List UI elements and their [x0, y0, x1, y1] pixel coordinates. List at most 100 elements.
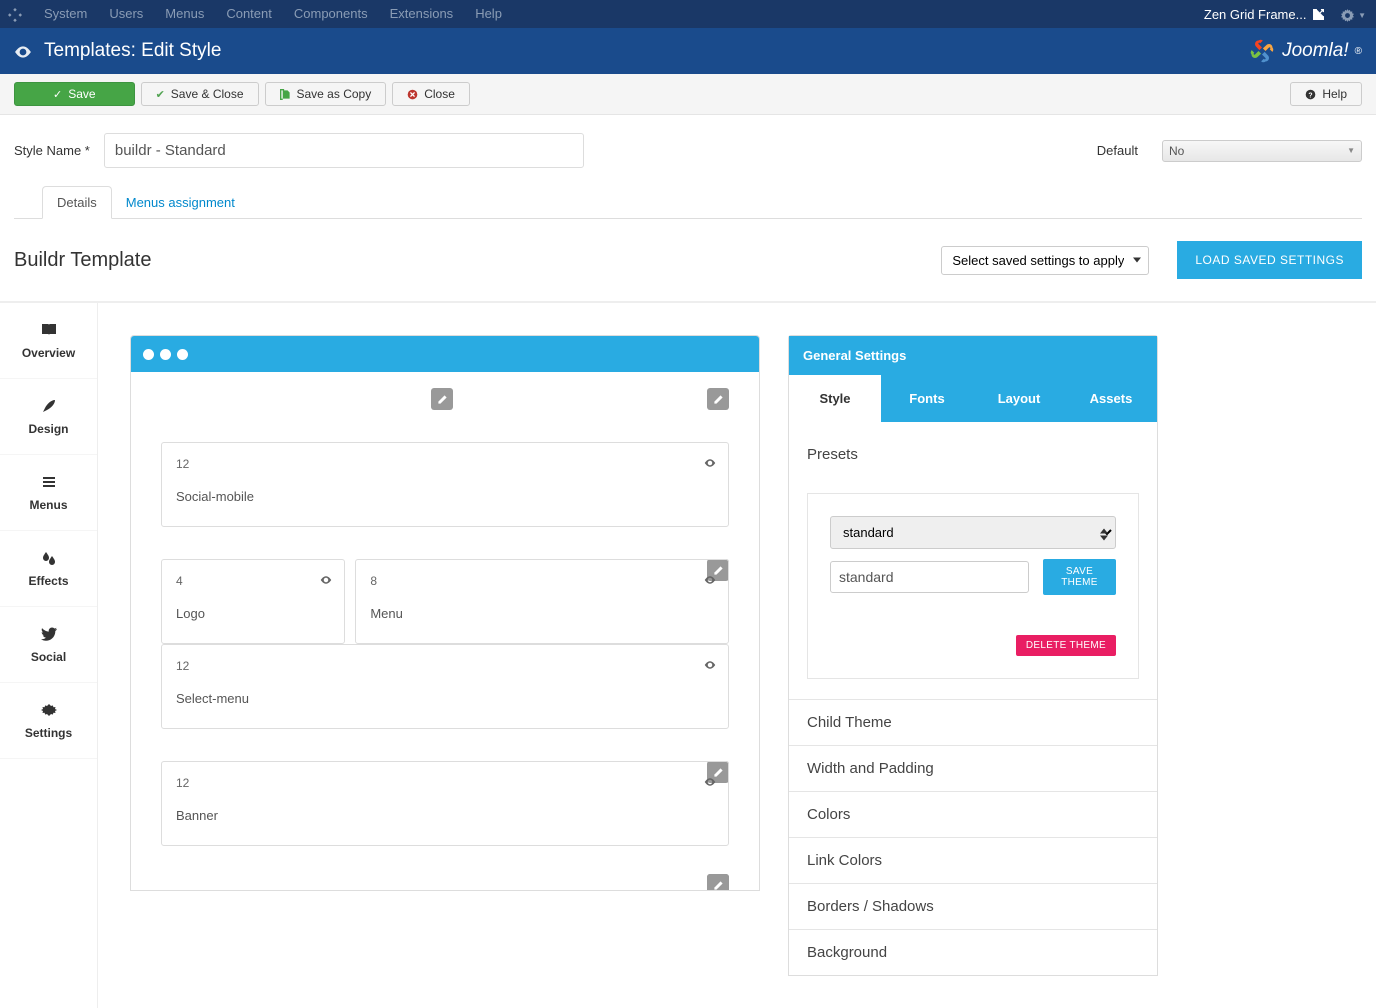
- twitter-icon: [4, 625, 93, 643]
- nav-system[interactable]: System: [44, 6, 87, 21]
- layout-preview: 12 Social-mobile 4 Logo: [130, 335, 760, 891]
- module-name: Logo: [176, 606, 330, 621]
- accordion-width-padding[interactable]: Width and Padding: [789, 745, 1157, 791]
- nav-help[interactable]: Help: [475, 6, 502, 21]
- joomla-icon[interactable]: [8, 6, 22, 22]
- question-icon: ?: [1305, 88, 1316, 100]
- edit-row-button[interactable]: [707, 388, 729, 410]
- save-button[interactable]: ✓ Save: [14, 82, 135, 106]
- visibility-icon[interactable]: [320, 572, 332, 586]
- module-width: 8: [370, 574, 714, 588]
- module-name: Menu: [370, 606, 714, 621]
- accordion-borders-shadows[interactable]: Borders / Shadows: [789, 883, 1157, 929]
- sidebar-item-label: Social: [31, 650, 66, 664]
- nav-menus[interactable]: Menus: [165, 6, 204, 21]
- accordion-background[interactable]: Background: [789, 929, 1157, 975]
- svg-text:?: ?: [1309, 92, 1313, 99]
- module-width: 12: [176, 659, 714, 673]
- nav-extensions[interactable]: Extensions: [390, 6, 454, 21]
- window-dot: [160, 349, 171, 360]
- check-icon: ✔: [156, 88, 165, 101]
- tab-details[interactable]: Details: [42, 186, 112, 219]
- nav-components[interactable]: Components: [294, 6, 368, 21]
- module-logo[interactable]: 4 Logo: [161, 559, 345, 644]
- visibility-icon[interactable]: [704, 572, 716, 586]
- settings-tab-assets[interactable]: Assets: [1065, 375, 1157, 422]
- save-close-button[interactable]: ✔ Save & Close: [141, 82, 259, 106]
- module-select-menu[interactable]: 12 Select-menu: [161, 644, 729, 729]
- template-header: Buildr Template Select saved settings to…: [0, 219, 1376, 302]
- preview-window-chrome: [131, 336, 759, 372]
- style-name-input[interactable]: [104, 133, 584, 168]
- load-saved-settings-button[interactable]: LOAD SAVED SETTINGS: [1177, 241, 1362, 279]
- sidebar-item-label: Menus: [29, 498, 67, 512]
- module-banner[interactable]: 12 Banner: [161, 761, 729, 846]
- module-name: Banner: [176, 808, 714, 823]
- accordion-child-theme[interactable]: Child Theme: [789, 699, 1157, 745]
- admin-top-nav: System Users Menus Content Components Ex…: [0, 0, 1376, 28]
- sidebar-item-overview[interactable]: Overview: [0, 303, 97, 379]
- save-copy-button[interactable]: Save as Copy: [265, 82, 387, 106]
- edit-row-button[interactable]: [431, 388, 453, 410]
- copy-icon: [280, 88, 291, 100]
- style-name-row: Style Name * Default No: [0, 115, 1376, 168]
- style-name-label: Style Name *: [14, 143, 90, 158]
- module-name: Social-mobile: [176, 489, 714, 504]
- title-bar: Templates: Edit Style Joomla!®: [0, 28, 1376, 74]
- module-width: 12: [176, 776, 714, 790]
- close-button[interactable]: Close: [392, 82, 470, 106]
- sidebar-item-design[interactable]: Design: [0, 379, 97, 455]
- accordion-colors[interactable]: Colors: [789, 791, 1157, 837]
- sidebar: Overview Design Menus Effects Social Set…: [0, 303, 98, 1008]
- sidebar-item-menus[interactable]: Menus: [0, 455, 97, 531]
- module-width: 4: [176, 574, 330, 588]
- delete-theme-button[interactable]: DELETE THEME: [1016, 635, 1116, 656]
- window-dot: [177, 349, 188, 360]
- gear-icon[interactable]: ▼: [1341, 6, 1366, 21]
- tab-menus-assignment[interactable]: Menus assignment: [112, 187, 249, 218]
- external-link-icon: [1312, 8, 1325, 21]
- settings-tab-fonts[interactable]: Fonts: [881, 375, 973, 422]
- eye-icon: [14, 41, 32, 62]
- preset-name-input[interactable]: [830, 561, 1029, 593]
- module-width: 12: [176, 457, 714, 471]
- bars-icon: [4, 473, 93, 491]
- drops-icon: [4, 549, 93, 567]
- sidebar-item-social[interactable]: Social: [0, 607, 97, 683]
- visibility-icon[interactable]: [704, 774, 716, 788]
- template-heading: Buildr Template: [14, 249, 151, 272]
- cancel-icon: [407, 88, 418, 100]
- gear-icon: [4, 701, 93, 719]
- sidebar-item-label: Design: [28, 422, 68, 436]
- module-menu[interactable]: 8 Menu: [355, 559, 729, 644]
- default-label: Default: [1097, 143, 1138, 158]
- sidebar-item-effects[interactable]: Effects: [0, 531, 97, 607]
- module-name: Select-menu: [176, 691, 714, 706]
- tabs-row: Details Menus assignment: [14, 186, 1362, 219]
- nav-content[interactable]: Content: [226, 6, 272, 21]
- settings-panel-title: General Settings: [789, 336, 1157, 375]
- help-button[interactable]: ? Help: [1290, 82, 1362, 106]
- site-name-link[interactable]: Zen Grid Frame...: [1204, 7, 1326, 22]
- save-theme-button[interactable]: SAVE THEME: [1043, 559, 1116, 595]
- module-social-mobile[interactable]: 12 Social-mobile: [161, 442, 729, 527]
- visibility-icon[interactable]: [704, 455, 716, 469]
- joomla-logo: Joomla!®: [1248, 37, 1362, 65]
- check-icon: ✓: [53, 88, 62, 101]
- feather-icon: [4, 397, 93, 415]
- edit-row-button[interactable]: [707, 874, 729, 891]
- toolbar: ✓ Save ✔ Save & Close Save as Copy Close…: [0, 74, 1376, 115]
- accordion-link-colors[interactable]: Link Colors: [789, 837, 1157, 883]
- page-title: Templates: Edit Style: [44, 40, 221, 62]
- preset-select[interactable]: standard: [830, 516, 1116, 549]
- default-select[interactable]: No: [1162, 140, 1362, 162]
- general-settings-panel: General Settings Style Fonts Layout Asse…: [788, 335, 1158, 976]
- saved-settings-select[interactable]: Select saved settings to apply: [941, 246, 1149, 275]
- window-dot: [143, 349, 154, 360]
- visibility-icon[interactable]: [704, 657, 716, 671]
- sidebar-item-settings[interactable]: Settings: [0, 683, 97, 759]
- settings-tab-style[interactable]: Style: [789, 375, 881, 422]
- settings-tab-layout[interactable]: Layout: [973, 375, 1065, 422]
- nav-users[interactable]: Users: [109, 6, 143, 21]
- presets-heading: Presets: [789, 422, 1157, 477]
